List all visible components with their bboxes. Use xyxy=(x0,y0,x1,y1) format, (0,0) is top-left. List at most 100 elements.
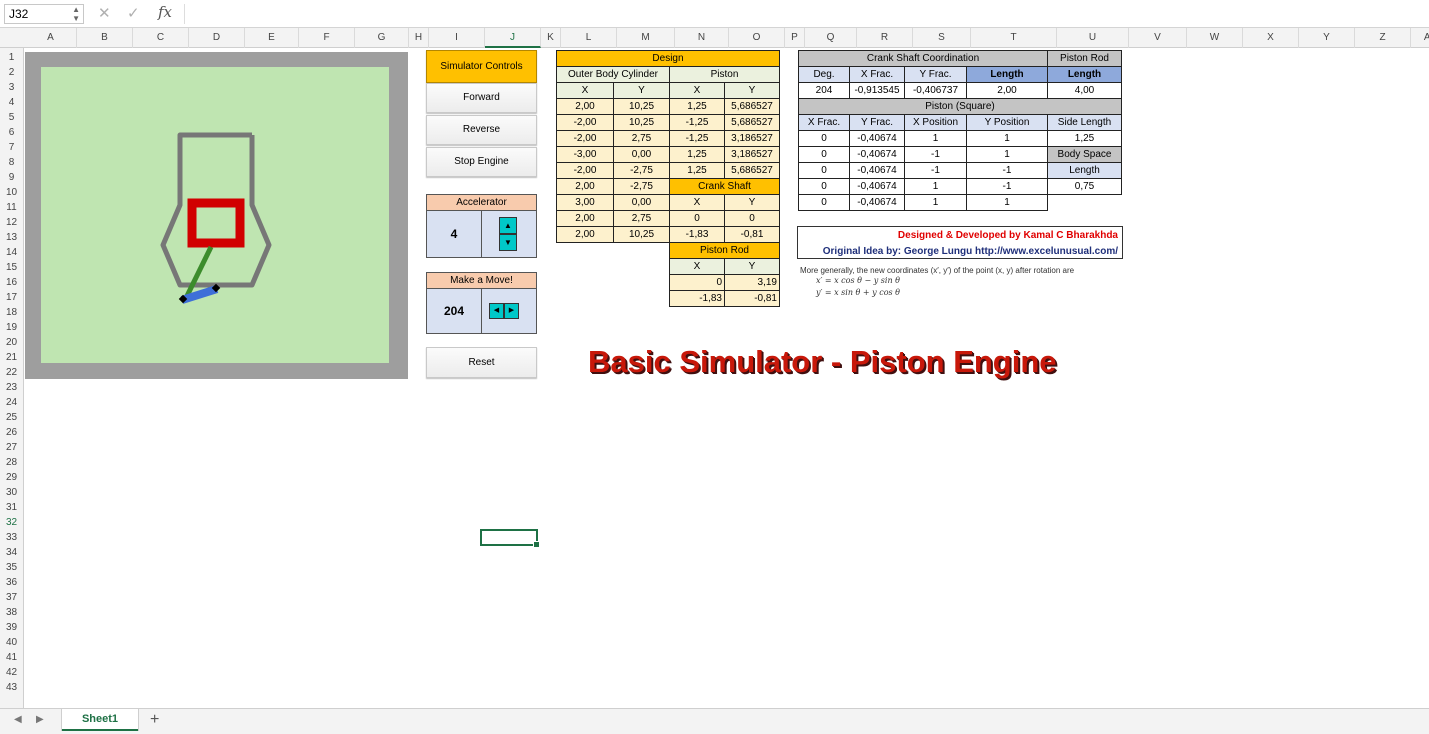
row-header-40[interactable]: 40 xyxy=(0,635,23,650)
outer-y-cell: -2,75 xyxy=(613,178,670,195)
crank-x-header: X xyxy=(669,194,725,211)
cancel-icon[interactable]: ✕ xyxy=(98,4,111,24)
credit-idea[interactable]: Original Idea by: George Lungu http://ww… xyxy=(823,246,1118,257)
row-header-28[interactable]: 28 xyxy=(0,455,23,470)
row-header-27[interactable]: 27 xyxy=(0,440,23,455)
name-box[interactable]: J32 ▲ ▼ xyxy=(4,4,84,24)
column-header-R[interactable]: R xyxy=(857,28,913,48)
row-header-6[interactable]: 6 xyxy=(0,125,23,140)
row-header-3[interactable]: 3 xyxy=(0,80,23,95)
row-header-39[interactable]: 39 xyxy=(0,620,23,635)
column-header-T[interactable]: T xyxy=(971,28,1057,48)
row-header-37[interactable]: 37 xyxy=(0,590,23,605)
name-box-stepper-icon[interactable]: ▲ ▼ xyxy=(72,5,80,23)
reverse-button[interactable]: Reverse xyxy=(426,115,537,145)
column-header-X[interactable]: X xyxy=(1243,28,1299,48)
row-header-25[interactable]: 25 xyxy=(0,410,23,425)
column-header-N[interactable]: N xyxy=(675,28,729,48)
row-header-18[interactable]: 18 xyxy=(0,305,23,320)
add-sheet-icon[interactable]: + xyxy=(150,711,159,729)
column-header-Y[interactable]: Y xyxy=(1299,28,1355,48)
accelerator-up-button[interactable]: ▲ xyxy=(499,217,517,234)
column-header-U[interactable]: U xyxy=(1057,28,1129,48)
row-header-23[interactable]: 23 xyxy=(0,380,23,395)
forward-button[interactable]: Forward xyxy=(426,83,537,113)
column-header-E[interactable]: E xyxy=(245,28,299,48)
column-header-J[interactable]: J xyxy=(485,28,541,48)
row-header-32[interactable]: 32 xyxy=(0,515,23,530)
design-row: -1,83 -0,81 xyxy=(557,290,780,307)
active-cell-selection[interactable] xyxy=(480,529,540,548)
enter-icon[interactable]: ✓ xyxy=(127,4,140,24)
function-icon[interactable]: fx xyxy=(158,3,172,21)
column-header-K[interactable]: K xyxy=(541,28,561,48)
row-header-11[interactable]: 11 xyxy=(0,200,23,215)
row-header-41[interactable]: 41 xyxy=(0,650,23,665)
move-left-button[interactable]: ◀ xyxy=(489,303,504,319)
column-header-B[interactable]: B xyxy=(77,28,133,48)
row-header-17[interactable]: 17 xyxy=(0,290,23,305)
row-header-8[interactable]: 8 xyxy=(0,155,23,170)
row-header-31[interactable]: 31 xyxy=(0,500,23,515)
row-header-12[interactable]: 12 xyxy=(0,215,23,230)
row-header-15[interactable]: 15 xyxy=(0,260,23,275)
row-header-38[interactable]: 38 xyxy=(0,605,23,620)
piston-x-header: X xyxy=(669,82,725,99)
reset-button[interactable]: Reset xyxy=(426,347,537,378)
column-header-V[interactable]: V xyxy=(1129,28,1187,48)
formula-bar-divider xyxy=(184,4,185,24)
row-header-4[interactable]: 4 xyxy=(0,95,23,110)
column-header-Z[interactable]: Z xyxy=(1355,28,1411,48)
row-header-29[interactable]: 29 xyxy=(0,470,23,485)
column-header-I[interactable]: I xyxy=(429,28,485,48)
column-header-Q[interactable]: Q xyxy=(805,28,857,48)
square-cell: 1 xyxy=(966,194,1048,211)
row-header-22[interactable]: 22 xyxy=(0,365,23,380)
row-header-24[interactable]: 24 xyxy=(0,395,23,410)
row-header-36[interactable]: 36 xyxy=(0,575,23,590)
row-header-5[interactable]: 5 xyxy=(0,110,23,125)
row-header-19[interactable]: 19 xyxy=(0,320,23,335)
row-header-30[interactable]: 30 xyxy=(0,485,23,500)
row-header-35[interactable]: 35 xyxy=(0,560,23,575)
column-header-F[interactable]: F xyxy=(299,28,355,48)
column-header-H[interactable]: H xyxy=(409,28,429,48)
column-header-G[interactable]: G xyxy=(355,28,409,48)
design-row: 2,00 10,25 1,25 5,686527 xyxy=(556,98,780,115)
row-header-1[interactable]: 1 xyxy=(0,50,23,65)
next-sheet-icon[interactable]: ▶ xyxy=(36,714,44,725)
accelerator-down-button[interactable]: ▼ xyxy=(499,234,517,251)
row-header-9[interactable]: 9 xyxy=(0,170,23,185)
row-header-42[interactable]: 42 xyxy=(0,665,23,680)
column-header-W[interactable]: W xyxy=(1187,28,1243,48)
column-header-P[interactable]: P xyxy=(785,28,805,48)
row-header-13[interactable]: 13 xyxy=(0,230,23,245)
row-header-20[interactable]: 20 xyxy=(0,335,23,350)
row-header-16[interactable]: 16 xyxy=(0,275,23,290)
row-header-2[interactable]: 2 xyxy=(0,65,23,80)
design-row: 2,00 2,75 0 0 xyxy=(556,210,780,227)
row-header-43[interactable]: 43 xyxy=(0,680,23,695)
column-header-S[interactable]: S xyxy=(913,28,971,48)
column-header-C[interactable]: C xyxy=(133,28,189,48)
row-header-10[interactable]: 10 xyxy=(0,185,23,200)
move-right-button[interactable]: ▶ xyxy=(504,303,519,319)
column-header-L[interactable]: L xyxy=(561,28,617,48)
prev-sheet-icon[interactable]: ◀ xyxy=(14,714,22,725)
row-header-7[interactable]: 7 xyxy=(0,140,23,155)
row-header-34[interactable]: 34 xyxy=(0,545,23,560)
column-header-A[interactable]: A xyxy=(25,28,77,48)
stop-engine-button[interactable]: Stop Engine xyxy=(426,147,537,177)
column-header-D[interactable]: D xyxy=(189,28,245,48)
row-header-14[interactable]: 14 xyxy=(0,245,23,260)
engine-diagram xyxy=(160,132,272,304)
sheet-tab-sheet1[interactable]: Sheet1 xyxy=(62,709,138,731)
column-header-AA[interactable]: AA xyxy=(1411,28,1429,48)
column-header-M[interactable]: M xyxy=(617,28,675,48)
rod-x-cell: -1,83 xyxy=(669,290,725,307)
row-header-21[interactable]: 21 xyxy=(0,350,23,365)
row-header-33[interactable]: 33 xyxy=(0,530,23,545)
row-header-26[interactable]: 26 xyxy=(0,425,23,440)
outer-x-cell: 2,00 xyxy=(556,226,614,243)
column-header-O[interactable]: O xyxy=(729,28,785,48)
